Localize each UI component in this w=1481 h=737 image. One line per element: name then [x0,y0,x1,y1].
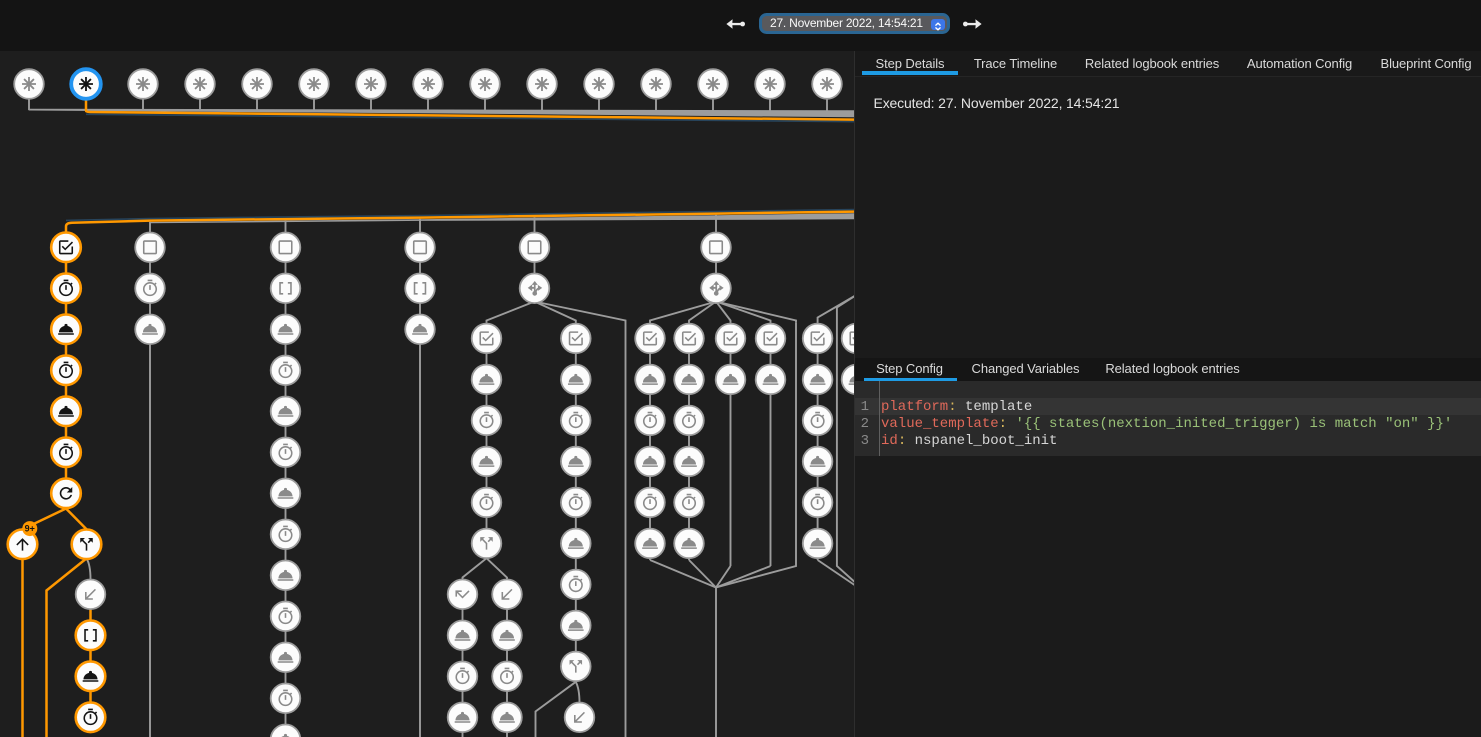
svg-text:9+: 9+ [25,524,35,534]
